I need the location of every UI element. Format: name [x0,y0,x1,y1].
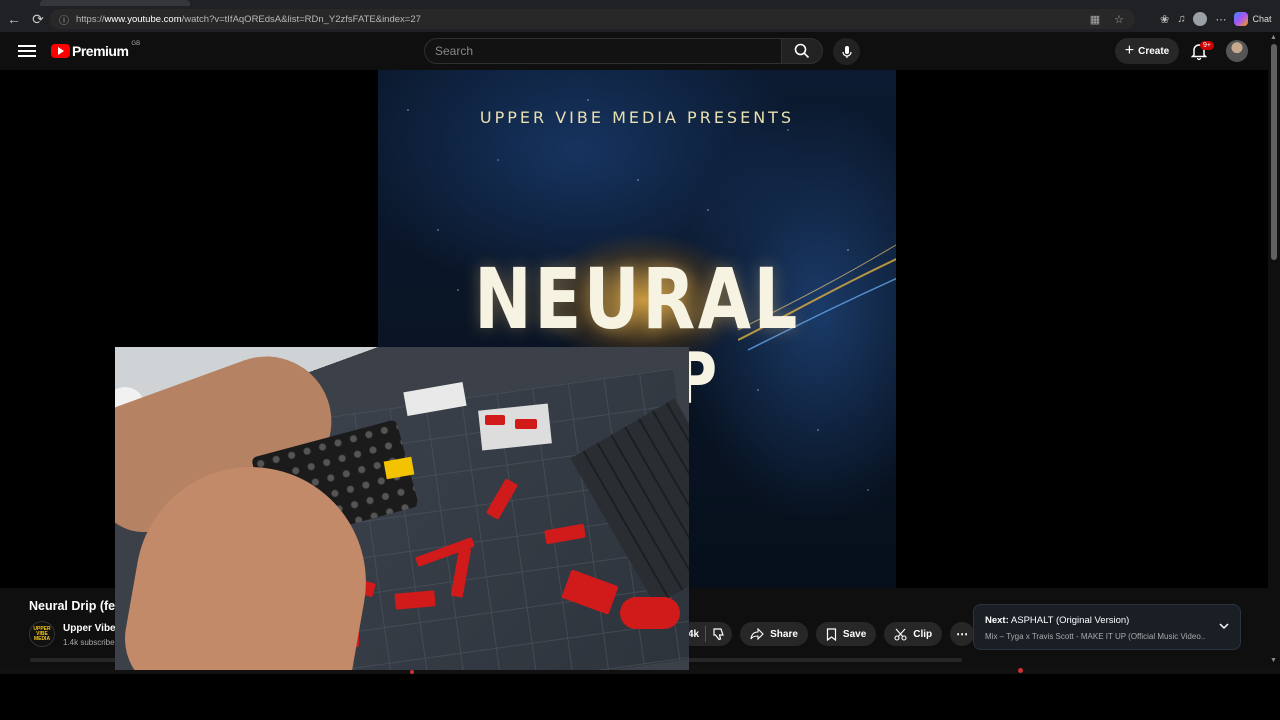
like-count[interactable]: 4k [688,629,699,640]
page-scrollbar[interactable]: ▲ ▼ [1268,32,1280,666]
channel-avatar[interactable]: UPPER VIBE MEDIA [29,621,55,647]
action-bar: 4k Share Save Clip ⋯ [680,622,975,646]
next-prefix: Next: [985,615,1009,626]
scroll-down-arrow-icon[interactable]: ▼ [1270,657,1277,664]
scissors-icon [894,628,907,641]
plus-icon: + [1124,42,1135,59]
chat-button[interactable]: Chat [1234,12,1271,26]
apps-icon[interactable]: ▦ [1087,11,1103,27]
presents-text: UPPER VIBE MEDIA PRESENTS [479,108,795,127]
site-info-icon[interactable]: ⓘ [58,13,70,27]
next-up-subtitle: Mix – Tyga x Travis Scott - MAKE IT UP (… [985,632,1205,641]
dislike-icon[interactable] [712,627,726,641]
create-button[interactable]: + Create [1115,38,1179,64]
clip-button[interactable]: Clip [884,622,943,646]
next-up-card[interactable]: Next: ASPHALT (Original Version) Mix – T… [973,604,1241,650]
red-brick [620,597,680,629]
channel-name[interactable]: Upper Vibe [63,623,116,634]
profile-icon[interactable] [1193,12,1208,26]
subscriber-count: 1.4k subscribe [63,638,115,647]
reload-icon[interactable]: ⟳ [26,7,50,31]
video-title: Neural Drip (fe [29,599,116,613]
youtube-header: Premium GB + Create 9+ [0,32,1268,70]
search-input[interactable] [425,39,781,63]
more-horizontal-icon: ⋯ [956,627,969,641]
save-button[interactable]: Save [815,622,877,646]
overlay-photo [115,347,689,670]
notification-badge: 9+ [1200,41,1214,50]
save-label: Save [842,628,867,640]
scrollbar-thumb[interactable] [1271,44,1277,260]
search-box [424,38,782,64]
url-text: https://www.youtube.com/watch?v=tIfAqORE… [76,13,421,25]
browser-toolbar: ← ⟳ ⓘ https://www.youtube.com/watch?v=tI… [0,6,1280,32]
next-up-title: Next: ASPHALT (Original Version) [985,615,1129,626]
red-brick [485,415,505,425]
more-actions-button[interactable]: ⋯ [950,622,975,646]
search-icon [794,43,810,59]
indicator-dot [1018,668,1023,673]
extensions-icon[interactable]: ❀ [1160,13,1169,26]
back-icon[interactable]: ← [2,7,26,31]
account-avatar[interactable] [1226,40,1248,62]
more-menu-icon[interactable]: ⋯ [1215,13,1226,26]
logo-text: Premium [72,43,129,59]
divider [705,626,707,642]
red-brick [515,419,537,429]
chevron-down-icon[interactable] [1217,619,1231,633]
youtube-play-icon [51,44,70,58]
share-icon [750,628,764,640]
indicator-dot [410,670,414,674]
microphone-icon [841,45,852,58]
media-icon[interactable]: ♫ [1177,13,1185,25]
create-label: Create [1138,45,1170,57]
next-video-title: ASPHALT (Original Version) [1010,615,1130,626]
hamburger-menu-icon[interactable] [18,42,36,60]
channel-logo-text: UPPER VIBE MEDIA [33,625,51,642]
search-button[interactable] [781,38,823,64]
song-title-line1: NEURAL [474,250,800,348]
scroll-up-arrow-icon[interactable]: ▲ [1270,34,1277,41]
bookmark-icon [826,627,837,641]
share-button[interactable]: Share [740,622,808,646]
favorite-star-icon[interactable]: ☆ [1111,11,1127,27]
share-label: Share [770,628,798,640]
country-code: GB [131,41,141,47]
address-bar[interactable]: ⓘ https://www.youtube.com/watch?v=tIfAqO… [50,9,1135,29]
voice-search-button[interactable] [833,38,860,65]
copilot-icon [1234,12,1249,26]
clip-label: Clip [913,628,933,640]
chat-label: Chat [1252,14,1272,24]
youtube-premium-logo[interactable]: Premium GB [51,41,141,59]
